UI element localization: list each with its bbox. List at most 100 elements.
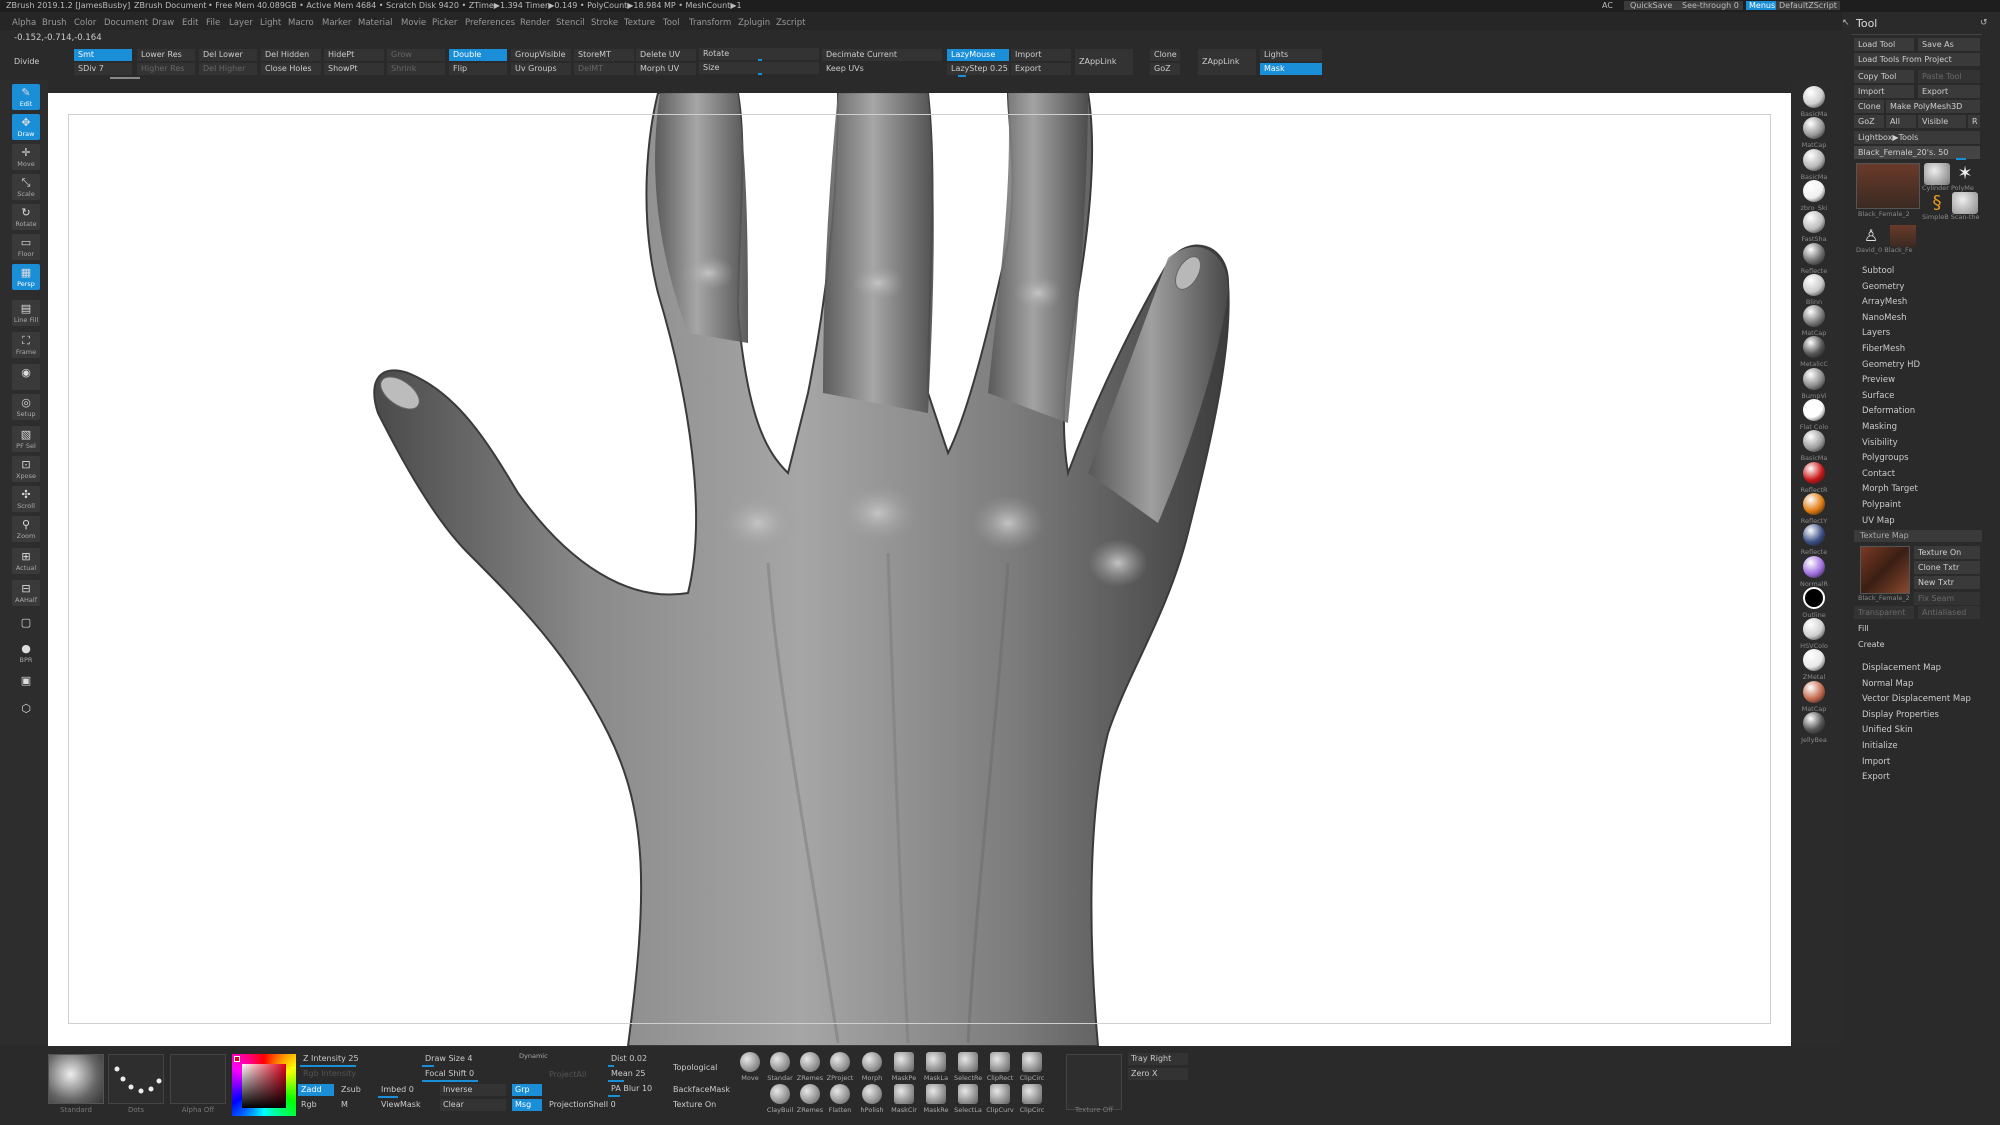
subpalette-export[interactable]: Export bbox=[1862, 772, 1890, 782]
subpalette-preview[interactable]: Preview bbox=[1862, 375, 1895, 385]
viewmask-toggle[interactable]: ViewMask bbox=[378, 1099, 428, 1111]
texture-thumbnail[interactable] bbox=[1860, 546, 1910, 594]
goz-all-button[interactable]: All bbox=[1886, 115, 1916, 128]
subpalette-import[interactable]: Import bbox=[1862, 757, 1890, 767]
brush-zremes-2[interactable]: ZRemes bbox=[796, 1084, 824, 1120]
brush-move[interactable]: Move bbox=[736, 1052, 764, 1088]
goz-r-button[interactable]: R bbox=[1968, 115, 1980, 128]
menus-toggle[interactable]: Menus bbox=[1746, 1, 1779, 10]
backfacemask-toggle[interactable]: BackfaceMask bbox=[670, 1084, 740, 1096]
higher-res-button[interactable]: Higher Res bbox=[137, 63, 195, 75]
left-tray-button-setup[interactable]: ◎ Setup bbox=[12, 394, 40, 420]
material-20[interactable]: JellyBea bbox=[1798, 712, 1830, 744]
menu-texture[interactable]: Texture bbox=[624, 18, 655, 28]
clear-button[interactable]: Clear bbox=[440, 1099, 506, 1111]
black-female-thumb[interactable] bbox=[1890, 225, 1916, 247]
draw-size-slider[interactable]: Draw Size 4 bbox=[422, 1053, 512, 1065]
material-5[interactable]: Reflecte bbox=[1798, 242, 1830, 275]
menu-layer[interactable]: Layer bbox=[229, 18, 253, 28]
make-polymesh3d-button[interactable]: Make PolyMesh3D bbox=[1886, 100, 1980, 113]
menu-light[interactable]: Light bbox=[260, 18, 281, 28]
subpalette-normal-map[interactable]: Normal Map bbox=[1862, 679, 1913, 689]
menu-picker[interactable]: Picker bbox=[432, 18, 457, 28]
subpalette-visibility[interactable]: Visibility bbox=[1862, 438, 1898, 448]
left-tray-button-bpr[interactable]: ● BPR bbox=[12, 640, 40, 666]
material-6[interactable]: Blinn bbox=[1798, 273, 1830, 306]
scan-tool-icon[interactable] bbox=[1952, 192, 1978, 214]
grp-toggle[interactable]: Grp bbox=[512, 1084, 542, 1096]
left-tray-button-item-20[interactable]: ⬡ bbox=[12, 700, 40, 726]
polymesh-star-icon[interactable]: ✶ bbox=[1952, 163, 1978, 185]
menu-tool[interactable]: Tool bbox=[663, 18, 680, 28]
load-tool-button[interactable]: Load Tool bbox=[1854, 38, 1914, 51]
texture-on-toggle[interactable]: Texture On bbox=[670, 1099, 740, 1111]
left-tray-button-rotate[interactable]: ↻ Rotate bbox=[12, 204, 40, 230]
del-lower-button[interactable]: Del Lower bbox=[199, 49, 257, 61]
fill-button[interactable]: Fill bbox=[1854, 622, 1980, 635]
pa-blur-slider[interactable]: PA Blur 10 bbox=[608, 1083, 668, 1095]
left-tray-button-edit[interactable]: ✎ Edit bbox=[12, 84, 40, 110]
menu-marker[interactable]: Marker bbox=[322, 18, 351, 28]
brush-zproject[interactable]: ZProject bbox=[826, 1052, 854, 1088]
material-18[interactable]: ZMetal bbox=[1798, 649, 1830, 681]
material-14[interactable]: Reflecte bbox=[1798, 524, 1830, 556]
msg-toggle[interactable]: Msg bbox=[512, 1099, 542, 1111]
imbed-slider[interactable]: Imbed 0 bbox=[378, 1084, 418, 1096]
subpalette-display-properties[interactable]: Display Properties bbox=[1862, 710, 1939, 720]
paste-tool-button[interactable]: Paste Tool bbox=[1918, 70, 1980, 83]
import-button[interactable]: Import bbox=[1011, 49, 1071, 61]
projectionshell-slider[interactable]: ProjectionShell 0 bbox=[546, 1099, 636, 1111]
topological-toggle[interactable]: Topological bbox=[670, 1062, 740, 1074]
export-button[interactable]: Export bbox=[1011, 63, 1071, 75]
tool-goz-button[interactable]: GoZ bbox=[1854, 115, 1884, 128]
material-13[interactable]: ReflectY bbox=[1798, 492, 1830, 525]
material-19[interactable]: MatCap bbox=[1798, 680, 1830, 713]
tool-export-button[interactable]: Export bbox=[1918, 85, 1980, 98]
brush-morph[interactable]: Morph bbox=[858, 1052, 886, 1088]
lights-button[interactable]: Lights bbox=[1260, 49, 1322, 61]
brush-clipcirc-2[interactable]: ClipCirc bbox=[1018, 1084, 1046, 1120]
z-intensity-slider[interactable]: Z Intensity 25 bbox=[300, 1053, 410, 1065]
left-tray-button-actual[interactable]: ⊞ Actual bbox=[12, 548, 40, 574]
menu-transform[interactable]: Transform bbox=[689, 18, 731, 28]
stroke-thumbnail[interactable] bbox=[108, 1054, 164, 1104]
tool-thumbnail-female[interactable] bbox=[1856, 163, 1920, 209]
inverse-button[interactable]: Inverse bbox=[440, 1084, 506, 1096]
palette-dock-icon[interactable]: ↺ bbox=[1980, 18, 1988, 28]
default-zscript-button[interactable]: DefaultZScript bbox=[1776, 1, 1840, 10]
brush-selectre[interactable]: SelectRe bbox=[954, 1052, 982, 1088]
copy-tool-button[interactable]: Copy Tool bbox=[1854, 70, 1914, 83]
subpalette-polygroups[interactable]: Polygroups bbox=[1862, 453, 1909, 463]
subpalette-polypaint[interactable]: Polypaint bbox=[1862, 500, 1901, 510]
menu-movie[interactable]: Movie bbox=[401, 18, 426, 28]
delmt-button[interactable]: DelMT bbox=[574, 63, 634, 75]
left-tray-button-aahalf[interactable]: ⊟ AAHalf bbox=[12, 580, 40, 606]
brush-selectla-2[interactable]: SelectLa bbox=[954, 1084, 982, 1120]
color-sv-square[interactable] bbox=[242, 1064, 286, 1108]
decimate-current-button[interactable]: Decimate Current bbox=[822, 49, 942, 61]
fix-seam-button[interactable]: Fix Seam bbox=[1914, 592, 1980, 605]
color-picker[interactable] bbox=[232, 1054, 296, 1116]
material-11[interactable]: BasicMa bbox=[1798, 430, 1830, 462]
material-7[interactable]: MatCap bbox=[1798, 305, 1830, 337]
keep-uvs-toggle[interactable]: Keep UVs bbox=[822, 63, 942, 75]
transparent-toggle[interactable]: Transparent bbox=[1854, 606, 1914, 619]
subpalette-unified-skin[interactable]: Unified Skin bbox=[1862, 725, 1913, 735]
material-3[interactable]: zbro_Ski bbox=[1798, 179, 1830, 212]
texture-on-button[interactable]: Texture On bbox=[1914, 546, 1980, 559]
menu-zplugin[interactable]: Zplugin bbox=[738, 18, 770, 28]
material-15[interactable]: NormalR bbox=[1798, 555, 1830, 588]
subpalette-deformation[interactable]: Deformation bbox=[1862, 406, 1915, 416]
clone-button[interactable]: Clone bbox=[1150, 49, 1180, 61]
subpalette-geometry[interactable]: Geometry bbox=[1862, 282, 1904, 292]
rgb-toggle[interactable]: Rgb bbox=[298, 1099, 334, 1111]
zero-x-button[interactable]: Zero X bbox=[1128, 1068, 1188, 1080]
brush-flatten-2[interactable]: Flatten bbox=[826, 1084, 854, 1120]
menu-edit[interactable]: Edit bbox=[182, 18, 198, 28]
morph-uv-button[interactable]: Morph UV bbox=[636, 63, 696, 75]
left-tray-button-item-19[interactable]: ▣ bbox=[12, 672, 40, 698]
left-tray-button-item-17[interactable]: ▢ bbox=[12, 614, 40, 640]
groupvisible-button[interactable]: GroupVisible bbox=[511, 49, 571, 61]
main-color-swatch[interactable] bbox=[234, 1056, 240, 1062]
antialiased-toggle[interactable]: Antialiased bbox=[1918, 606, 1980, 619]
